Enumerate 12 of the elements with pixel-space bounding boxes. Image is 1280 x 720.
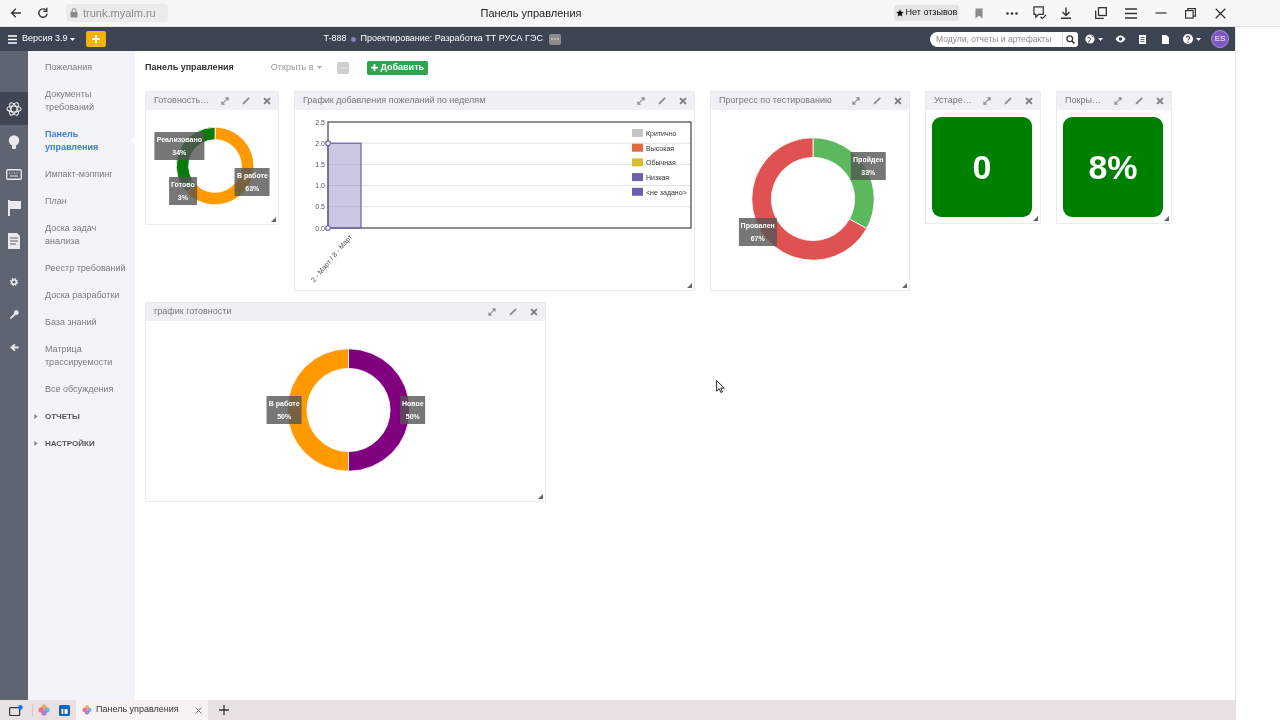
- kpi-value-tile: 0: [932, 117, 1032, 217]
- widget-title: график готовности: [154, 305, 233, 319]
- widget-title: Готовность…: [154, 94, 211, 108]
- widget-title: Устаре…: [934, 94, 973, 108]
- page-title: Панель управления: [480, 5, 582, 21]
- widget-title: Покры…: [1065, 94, 1102, 108]
- widget-title: График добавления пожеланий по неделям: [303, 94, 487, 108]
- project-code: T-888: [323, 32, 347, 46]
- kpi-value-tile: 8%: [1063, 117, 1163, 217]
- project-name: Проектирование: Разработка ТТ РУСА ГЭС: [360, 32, 543, 46]
- page-heading: Панель управления: [145, 60, 234, 74]
- widget-title: Прогресс по тестированию: [719, 94, 833, 108]
